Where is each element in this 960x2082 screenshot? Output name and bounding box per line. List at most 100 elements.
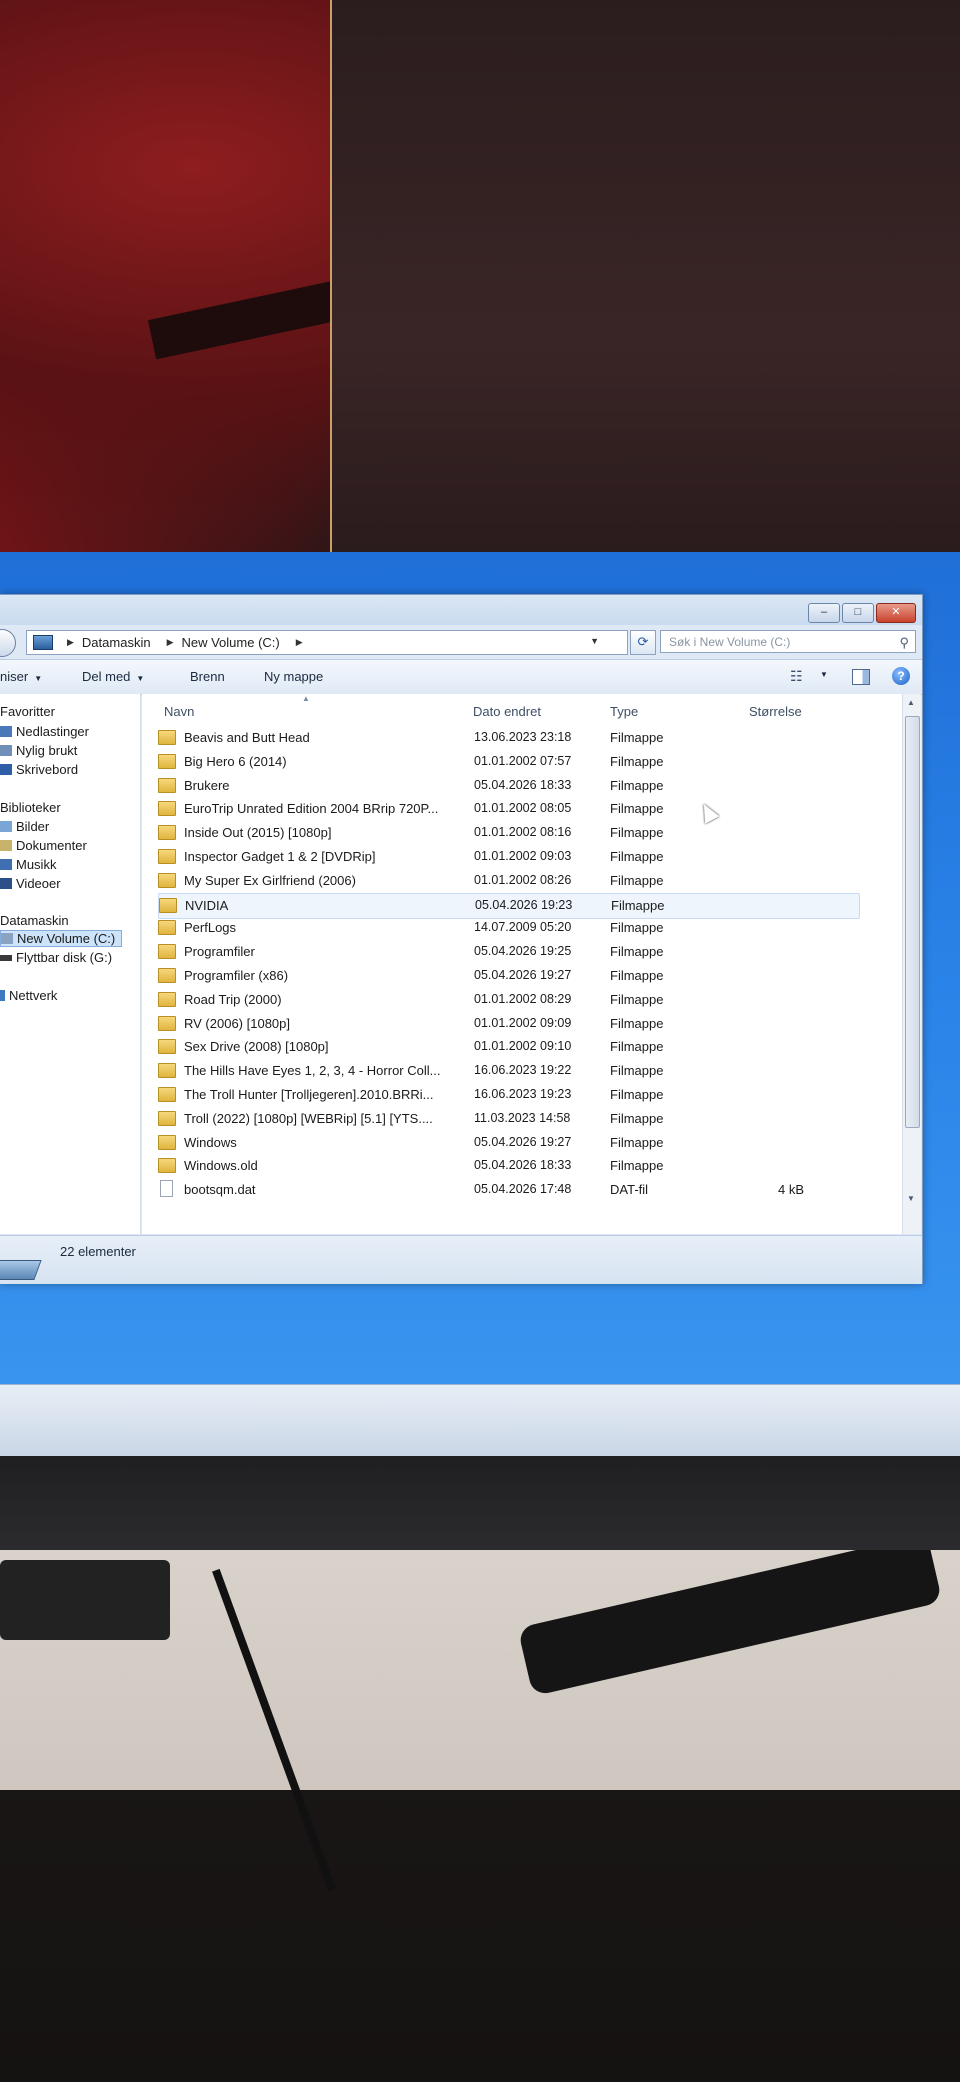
file-row[interactable]: Windows 05.04.2026 19:27 Filmappe [158, 1131, 858, 1155]
nav-item-videos[interactable]: Videoer [0, 876, 61, 891]
back-button[interactable] [0, 629, 16, 657]
file-date: 13.06.2023 23:18 [474, 730, 572, 744]
breadcrumb-drive[interactable]: New Volume (C:) [181, 635, 279, 650]
file-row[interactable]: Sex Drive (2008) [1080p] 01.01.2002 09:10… [158, 1035, 858, 1059]
organize-button[interactable]: niser ▼ [0, 669, 42, 684]
file-row[interactable]: Troll (2022) [1080p] [WEBRip] [5.1] [YTS… [158, 1107, 858, 1131]
file-icon [160, 1180, 173, 1198]
nav-network-header[interactable]: Nettverk [0, 988, 57, 1003]
file-row[interactable]: bootsqm.dat 05.04.2026 17:48 DAT-fil 4 kB [158, 1178, 858, 1202]
navigation-pane: Favoritter Nedlastinger Nylig brukt Skri… [0, 694, 141, 1234]
title-bar[interactable]: – □ ✕ [0, 595, 922, 625]
breadcrumb-arrow-icon[interactable]: ▶ [67, 637, 74, 648]
file-date: 05.04.2026 18:33 [474, 1158, 572, 1173]
removable-disk-icon [0, 954, 12, 961]
maximize-button[interactable]: □ [842, 603, 874, 623]
file-row[interactable]: The Troll Hunter [Trolljegeren].2010.BRR… [158, 1083, 858, 1107]
file-type: Filmappe [610, 777, 664, 793]
close-button[interactable]: ✕ [876, 603, 916, 623]
file-type: Filmappe [610, 1015, 664, 1031]
column-header-name[interactable]: Navn [164, 704, 194, 719]
nav-computer-label: Datamaskin [0, 913, 69, 928]
nav-item-desktop[interactable]: Skrivebord [0, 762, 78, 777]
breadcrumb-computer[interactable]: Datamaskin [82, 635, 151, 650]
nav-item-documents[interactable]: Dokumenter [0, 838, 87, 853]
computer-icon [33, 635, 53, 650]
nav-item-drive-c[interactable]: New Volume (C:) [0, 930, 123, 947]
file-date: 05.04.2026 19:25 [474, 944, 572, 959]
help-icon[interactable]: ? [892, 667, 910, 685]
address-dropdown-icon[interactable]: ▼ [590, 636, 599, 646]
folder-icon [158, 968, 176, 983]
breadcrumb-arrow-icon[interactable]: ▶ [296, 637, 303, 648]
breadcrumb-arrow-icon[interactable]: ▶ [167, 637, 174, 648]
file-row[interactable]: Road Trip (2000) 01.01.2002 08:29 Filmappe [158, 988, 858, 1012]
file-name: Programfiler [184, 944, 255, 960]
file-row[interactable]: Inspector Gadget 1 & 2 [DVDRip] 01.01.200… [158, 845, 858, 869]
file-name: NVIDIA [185, 897, 229, 913]
share-with-button[interactable]: Del med ▼ [82, 669, 144, 684]
view-dropdown-icon[interactable]: ▼ [820, 670, 828, 679]
file-row[interactable]: My Super Ex Girlfriend (2006) 01.01.2002 … [158, 869, 858, 893]
file-row[interactable]: Inside Out (2015) [1080p] 01.01.2002 08:1… [158, 821, 858, 845]
view-options-icon[interactable]: ☷ [790, 668, 808, 684]
scroll-down-icon[interactable]: ▼ [907, 1194, 915, 1203]
file-type: Filmappe [610, 801, 664, 817]
downloads-icon [0, 726, 12, 737]
folder-icon [158, 1087, 176, 1102]
minimize-button[interactable]: – [808, 603, 840, 623]
file-date: 01.01.2002 09:09 [474, 1015, 572, 1030]
file-row[interactable]: NVIDIA 05.04.2026 19:23 Filmappe [158, 892, 860, 919]
nav-item-music[interactable]: Musikk [0, 857, 56, 872]
file-row[interactable]: Windows.old 05.04.2026 18:33 Filmappe [158, 1154, 858, 1178]
nav-item-downloads[interactable]: Nedlastinger [0, 724, 89, 739]
folder-icon [159, 897, 177, 913]
recent-places-icon [0, 745, 12, 756]
search-input[interactable]: Søk i New Volume (C:) ⚲ [660, 630, 916, 653]
nav-item-recent[interactable]: Nylig brukt [0, 743, 77, 758]
burn-button[interactable]: Brenn [190, 669, 225, 684]
file-row[interactable]: RV (2006) [1080p] 01.01.2002 09:09 Filmapp… [158, 1012, 858, 1036]
nav-computer-header[interactable]: Datamaskin [0, 913, 69, 928]
hard-drive-icon [1, 933, 13, 944]
photo-background-top [0, 0, 960, 560]
folder-icon [158, 825, 176, 841]
column-header-date[interactable]: Dato endret [473, 704, 541, 719]
file-date: 05.04.2026 18:33 [474, 777, 572, 792]
file-row[interactable]: Brukere 05.04.2026 18:33 Filmappe [158, 774, 858, 798]
vertical-scrollbar[interactable]: ▲ ▼ [902, 694, 921, 1234]
search-icon[interactable]: ⚲ [899, 631, 909, 654]
nav-item-label: Nedlastinger [16, 724, 89, 739]
nav-item-drive-g[interactable]: Flyttbar disk (G:) [0, 950, 112, 965]
column-header-size[interactable]: Størrelse [749, 704, 802, 719]
file-date: 01.01.2002 08:26 [474, 872, 572, 887]
file-row[interactable]: PerfLogs 14.07.2009 05:20 Filmappe [158, 916, 858, 940]
file-row[interactable]: Big Hero 6 (2014) 01.01.2002 07:57 Filmapp… [158, 750, 858, 774]
file-type: Filmappe [610, 968, 664, 983]
column-header-type[interactable]: Type [610, 704, 638, 719]
preview-pane-icon[interactable] [852, 669, 870, 685]
file-date: 01.01.2002 08:29 [474, 991, 572, 1006]
file-row[interactable]: Beavis and Butt Head 13.06.2023 23:18 Film… [158, 726, 858, 750]
address-bar[interactable]: ▶ Datamaskin ▶ New Volume (C:) ▶ ▼ [26, 630, 628, 655]
documents-icon [0, 840, 12, 851]
new-folder-button[interactable]: Ny mappe [264, 669, 323, 684]
scrollbar-thumb[interactable] [905, 716, 920, 1128]
file-row[interactable]: Programfiler 05.04.2026 19:25 Filmappe [158, 940, 858, 964]
file-name: Beavis and Butt Head [184, 730, 310, 745]
file-row[interactable]: EuroTrip Unrated Edition 2004 BRrip 720P… [158, 797, 858, 821]
nav-favorites-header[interactable]: Favoritter [0, 704, 55, 719]
file-name: The Hills Have Eyes 1, 2, 3, 4 - Horror … [184, 1063, 441, 1079]
nav-item-pictures[interactable]: Bilder [0, 819, 49, 834]
scroll-up-icon[interactable]: ▲ [907, 698, 915, 707]
file-date: 01.01.2002 09:03 [474, 849, 572, 863]
file-type: Filmappe [610, 920, 664, 936]
file-name: Brukere [184, 777, 230, 793]
file-type: Filmappe [610, 872, 664, 888]
folder-icon [158, 920, 176, 936]
file-row[interactable]: Programfiler (x86) 05.04.2026 19:27 Filmap… [158, 964, 858, 988]
refresh-button[interactable]: ⟳ [630, 630, 656, 655]
file-row[interactable]: The Hills Have Eyes 1, 2, 3, 4 - Horror … [158, 1059, 858, 1083]
folder-icon [158, 1015, 176, 1031]
nav-libraries-header[interactable]: Biblioteker [0, 800, 61, 815]
